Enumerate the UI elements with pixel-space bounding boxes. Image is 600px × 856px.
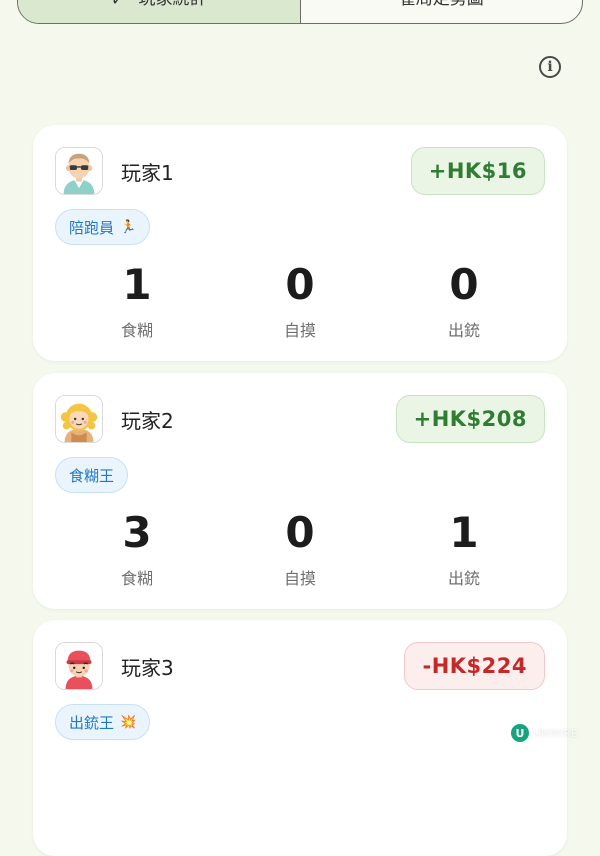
watermark: U UNWIRE bbox=[511, 724, 578, 742]
stat-label: 食糊 bbox=[120, 569, 153, 588]
player-card: 玩家2 +HK$208 食糊王 3 食糊 0 自摸 1 出銃 bbox=[33, 373, 567, 609]
tab-label: 雀局走勢圖 bbox=[399, 0, 484, 9]
stat-value: 1 bbox=[449, 508, 479, 557]
stat-win: 1 食糊 bbox=[77, 261, 197, 341]
stat-label: 出銃 bbox=[447, 321, 480, 340]
player-title-badge: 陪跑員 🏃 bbox=[55, 209, 151, 245]
explosion-icon: 💥 bbox=[120, 714, 137, 730]
tab-bar: ✓ 玩家統計 雀局走勢圖 bbox=[17, 0, 583, 24]
player-amount: +HK$208 bbox=[395, 395, 545, 443]
player-title-badge: 食糊王 bbox=[55, 457, 129, 493]
stat-label: 食糊 bbox=[120, 321, 153, 340]
player-amount: +HK$16 bbox=[410, 147, 545, 195]
badge-label: 食糊王 bbox=[69, 466, 115, 485]
stat-label: 自摸 bbox=[283, 321, 316, 340]
check-icon: ✓ bbox=[111, 0, 124, 9]
old-man-glasses-avatar bbox=[55, 147, 103, 195]
stat-value: 3 bbox=[122, 508, 152, 557]
badge-label: 出銃王 bbox=[69, 713, 115, 732]
watermark-text: UNWIRE bbox=[533, 726, 578, 740]
blonde-girl-avatar bbox=[55, 395, 103, 443]
player-name: 玩家1 bbox=[121, 161, 174, 185]
stat-value: 0 bbox=[285, 260, 315, 309]
tab-game-trend-chart[interactable]: 雀局走勢圖 bbox=[301, 0, 583, 23]
boy-red-cap-avatar bbox=[55, 642, 103, 690]
stat-label: 自摸 bbox=[283, 569, 316, 588]
stat-win: 3 食糊 bbox=[77, 509, 197, 589]
stat-self-draw: 0 自摸 bbox=[240, 509, 360, 589]
running-icon: 🏃 bbox=[120, 219, 137, 235]
stat-label: 出銃 bbox=[447, 569, 480, 588]
info-icon[interactable]: i bbox=[539, 56, 561, 78]
stat-value: 0 bbox=[285, 508, 315, 557]
player-title-badge: 出銃王 💥 bbox=[55, 704, 151, 740]
watermark-logo-icon: U bbox=[511, 724, 529, 742]
tab-player-stats[interactable]: ✓ 玩家統計 bbox=[18, 0, 301, 23]
tab-label: 玩家統計 bbox=[138, 0, 206, 9]
player-card: 玩家1 +HK$16 陪跑員 🏃 1 食糊 0 自摸 0 出銃 bbox=[33, 125, 567, 361]
player-name: 玩家2 bbox=[121, 409, 174, 433]
badge-label: 陪跑員 bbox=[69, 218, 115, 237]
player-card: 玩家3 -HK$224 出銃王 💥 bbox=[33, 620, 567, 856]
player-name: 玩家3 bbox=[121, 656, 174, 680]
stat-deal-in: 0 出銃 bbox=[404, 261, 524, 341]
stat-value: 0 bbox=[449, 260, 479, 309]
player-amount: -HK$224 bbox=[404, 642, 545, 690]
stat-self-draw: 0 自摸 bbox=[240, 261, 360, 341]
stat-value: 1 bbox=[122, 260, 152, 309]
stat-deal-in: 1 出銃 bbox=[404, 509, 524, 589]
